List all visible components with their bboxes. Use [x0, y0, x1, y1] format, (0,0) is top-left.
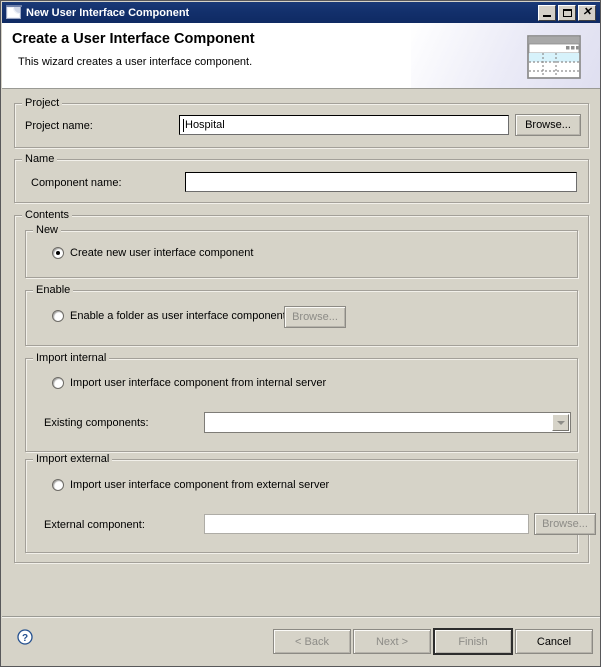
back-button[interactable]: < Back: [273, 629, 351, 654]
import-external-group: Import external Import user interface co…: [25, 453, 596, 553]
radio-enable-folder-label: Enable a folder as user interface compon…: [70, 310, 286, 322]
external-component-input[interactable]: [204, 514, 529, 534]
project-group-legend: Project: [22, 97, 63, 109]
minimize-icon[interactable]: [538, 4, 556, 21]
contents-group-legend: Contents: [22, 209, 73, 221]
enable-group: Enable Enable a folder as user interface…: [25, 284, 578, 346]
help-question-icon[interactable]: ?: [17, 629, 33, 645]
window-title: New User Interface Component: [26, 6, 190, 19]
radio-indicator: [52, 479, 64, 491]
enable-group-legend: Enable: [33, 284, 74, 296]
radio-create-new-component[interactable]: Create new user interface component: [52, 247, 253, 259]
enable-browse-button[interactable]: Browse...: [284, 306, 346, 328]
maximize-icon[interactable]: [558, 4, 576, 21]
radio-enable-folder[interactable]: Enable a folder as user interface compon…: [52, 310, 286, 322]
wizard-banner: Create a User Interface Component This w…: [2, 23, 600, 89]
import-external-group-legend: Import external: [33, 453, 113, 465]
svg-text:?: ?: [22, 633, 28, 644]
chevron-down-icon[interactable]: [552, 414, 569, 431]
text-caret: [183, 118, 184, 132]
dialog-button-bar: ? < Back Next > Finish Cancel: [2, 616, 600, 666]
radio-import-internal[interactable]: Import user interface component from int…: [52, 377, 326, 389]
component-name-input[interactable]: [185, 172, 577, 192]
wizard-window-icon: [6, 5, 22, 20]
radio-import-external[interactable]: Import user interface component from ext…: [52, 479, 329, 491]
cancel-button[interactable]: Cancel: [515, 629, 593, 654]
wizard-dialog: New User Interface Component ✕ Create a …: [0, 0, 601, 667]
title-bar: New User Interface Component ✕: [2, 2, 600, 23]
project-name-label: Project name:: [25, 120, 93, 132]
finish-button[interactable]: Finish: [433, 628, 513, 655]
component-name-label: Component name:: [31, 177, 122, 189]
dialog-body: Project Project name: Hospital Browse...…: [2, 89, 600, 616]
import-internal-group: Import internal Import user interface co…: [25, 352, 578, 452]
name-group-legend: Name: [22, 153, 58, 165]
radio-indicator: [52, 247, 64, 259]
close-icon[interactable]: ✕: [578, 4, 596, 21]
new-group-legend: New: [33, 224, 62, 236]
radio-import-external-label: Import user interface component from ext…: [70, 479, 330, 491]
project-group: Project Project name: Hospital Browse...: [14, 97, 589, 148]
project-name-input[interactable]: Hospital: [179, 115, 509, 135]
page-title: Create a User Interface Component: [12, 31, 255, 47]
external-browse-button[interactable]: Browse...: [534, 513, 596, 535]
contents-group: Contents New Create new user interface c…: [14, 209, 596, 563]
radio-import-internal-label: Import user interface component from int…: [70, 377, 327, 389]
project-browse-button[interactable]: Browse...: [515, 114, 581, 136]
radio-create-new-component-label: Create new user interface component: [70, 247, 254, 259]
external-component-label: External component:: [44, 519, 145, 531]
import-internal-group-legend: Import internal: [33, 352, 110, 364]
ui-component-banner-icon: [526, 34, 584, 81]
next-button[interactable]: Next >: [353, 629, 431, 654]
window-controls: ✕: [538, 4, 599, 21]
existing-components-label: Existing components:: [44, 417, 149, 429]
name-group: Name Component name:: [14, 153, 589, 203]
existing-components-value: [205, 413, 552, 432]
radio-indicator: [52, 310, 64, 322]
new-group: New Create new user interface component: [25, 224, 578, 278]
existing-components-combo[interactable]: [204, 412, 571, 433]
radio-indicator: [52, 377, 64, 389]
page-description: This wizard creates a user interface com…: [18, 56, 253, 68]
project-name-value: Hospital: [185, 119, 225, 131]
